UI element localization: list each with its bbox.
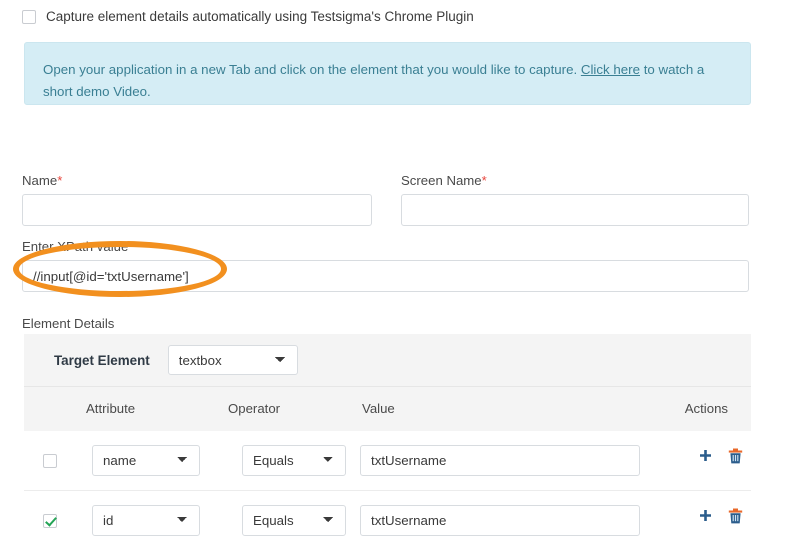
value-input[interactable]	[360, 505, 640, 536]
row-select-checkbox[interactable]	[43, 514, 57, 528]
target-element-label: Target Element	[54, 352, 150, 368]
capture-plugin-label: Capture element details automatically us…	[46, 9, 474, 24]
info-banner-text-before: Open your application in a new Tab and c…	[43, 62, 581, 77]
column-header-value: Value	[362, 401, 395, 416]
row-actions	[698, 508, 743, 524]
capture-plugin-checkbox[interactable]	[22, 9, 36, 24]
capture-plugin-option[interactable]: Capture element details automatically us…	[22, 9, 474, 24]
screen-name-input[interactable]	[401, 194, 749, 226]
column-header-attribute: Attribute	[86, 401, 136, 416]
element-details-table-header: Attribute Operator Value Actions	[24, 386, 751, 431]
name-input[interactable]	[22, 194, 372, 226]
table-row: name Equals	[24, 431, 751, 490]
plus-icon[interactable]	[698, 509, 713, 524]
click-here-link[interactable]: Click here	[581, 62, 640, 77]
attribute-select[interactable]: id	[92, 505, 200, 536]
column-header-operator: Operator	[228, 401, 281, 416]
target-element-bar: Target Element textbox	[24, 334, 751, 386]
trash-icon[interactable]	[728, 508, 743, 524]
column-header-actions: Actions	[684, 401, 728, 416]
xpath-field-label: Enter XPath value	[22, 239, 129, 254]
trash-icon[interactable]	[728, 448, 743, 464]
element-details-label: Element Details	[22, 316, 115, 331]
required-asterisk: *	[481, 173, 487, 188]
required-asterisk: *	[57, 173, 63, 188]
name-field-group: Name*	[22, 173, 372, 226]
table-row: id Equals	[24, 490, 751, 550]
operator-select[interactable]: Equals	[242, 505, 346, 536]
name-field-label: Name*	[22, 173, 63, 188]
xpath-field-group: Enter XPath value	[22, 239, 749, 292]
info-banner: Open your application in a new Tab and c…	[24, 42, 751, 105]
xpath-input[interactable]	[22, 260, 749, 292]
row-select-checkbox[interactable]	[43, 454, 57, 468]
attribute-select[interactable]: name	[92, 445, 200, 476]
screen-name-field-label: Screen Name*	[401, 173, 487, 188]
element-details-table-body: name Equals id Equals	[24, 431, 751, 550]
row-actions	[698, 448, 743, 464]
screen-name-field-group: Screen Name*	[401, 173, 749, 226]
target-element-select[interactable]: textbox	[167, 345, 298, 375]
operator-select[interactable]: Equals	[242, 445, 346, 476]
plus-icon[interactable]	[698, 449, 713, 464]
value-input[interactable]	[360, 445, 640, 476]
element-details-panel: Target Element textbox Attribute Operato…	[24, 334, 751, 550]
